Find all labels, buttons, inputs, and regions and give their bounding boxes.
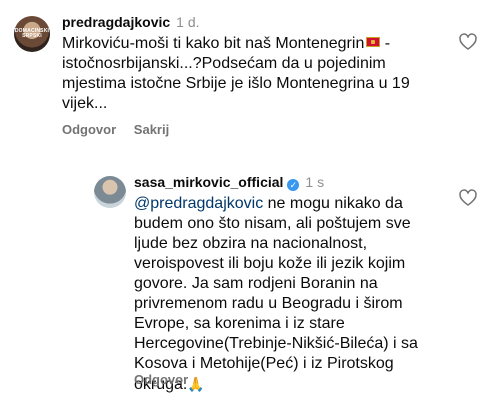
mention-link[interactable]: @predragdajkovic [134, 195, 263, 212]
comment-item: DOMACINSKI SRPSKI predragdajkovic 1 d. Mi… [0, 0, 500, 160]
heart-icon[interactable] [458, 32, 478, 52]
comment-header: sasa_mirkovic_official ✓ 1 s [134, 174, 324, 191]
comment-text: @predragdajkovic ne mogu nikako da budem… [134, 194, 434, 395]
username[interactable]: sasa_mirkovic_official [134, 174, 283, 190]
verified-icon: ✓ [287, 179, 300, 191]
comment-item: sasa_mirkovic_official ✓ 1 s @predragdajko… [0, 160, 500, 411]
reply-button[interactable]: Odgovor [134, 372, 188, 387]
avatar-caption: DOMACINSKI SRPSKI [14, 28, 50, 39]
comment-text: Mirkoviću-moši ti kako bit naš Montenegr… [62, 34, 422, 114]
hide-button[interactable]: Sakrij [134, 122, 169, 137]
timestamp: 1 s [305, 174, 325, 190]
username[interactable]: predragdajkovic [62, 14, 170, 30]
comment-text-part: ne mogu nikako da budem ono što nisam, a… [134, 195, 418, 393]
heart-icon[interactable] [458, 188, 478, 208]
avatar[interactable] [94, 176, 126, 208]
avatar[interactable]: DOMACINSKI SRPSKI [14, 16, 50, 52]
timestamp: 1 d. [176, 14, 200, 30]
comment-header: predragdajkovic 1 d. [62, 14, 200, 30]
montenegro-flag-icon [366, 37, 381, 47]
reply-button[interactable]: Odgovor [62, 122, 116, 137]
comment-actions: Odgovor [134, 372, 202, 388]
comment-text-part: Mirkoviću-moši ti kako bit naš Montenegr… [62, 35, 365, 52]
comment-actions: Odgovor Sakrij [62, 122, 183, 138]
